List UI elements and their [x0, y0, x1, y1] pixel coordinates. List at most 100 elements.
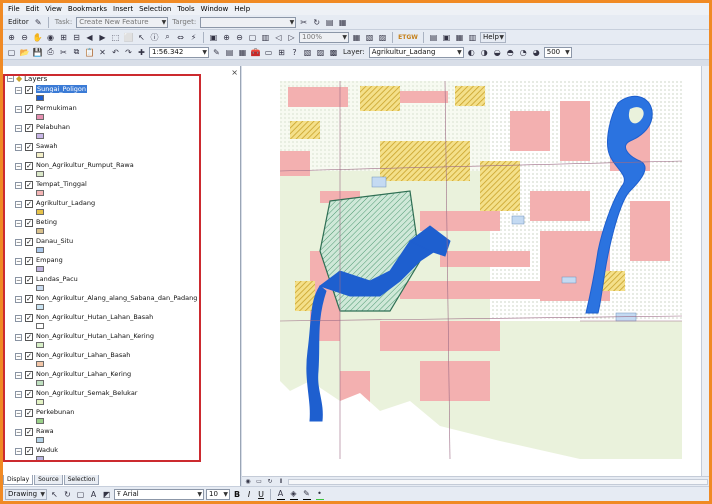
extra-c-icon[interactable]: ▩: [328, 47, 339, 58]
layer-symbol-swatch[interactable]: [36, 361, 44, 367]
layer-item[interactable]: − ✓ Sawah: [15, 142, 225, 161]
collapse-icon[interactable]: −: [15, 87, 22, 94]
visibility-checkbox[interactable]: ✓: [25, 124, 33, 132]
fixed-zoom-in-icon[interactable]: ⊞: [58, 32, 69, 43]
layers-root[interactable]: − ◆ Layers: [7, 74, 47, 83]
scale-dropdown[interactable]: 1:56.342 ▼: [149, 46, 209, 58]
catalog-icon[interactable]: ▦: [237, 47, 248, 58]
focus-frame-icon[interactable]: ▧: [364, 32, 375, 43]
layer-name[interactable]: Danau_Situ: [36, 237, 73, 245]
layout-zoom-dropdown[interactable]: 100% ▼: [299, 31, 349, 43]
layer-name[interactable]: Sawah: [36, 142, 58, 150]
collapse-icon[interactable]: −: [15, 125, 22, 132]
collapse-icon[interactable]: −: [15, 106, 22, 113]
zoom-in-icon[interactable]: ⊕: [6, 32, 17, 43]
collapse-icon[interactable]: −: [15, 258, 22, 265]
task-dropdown[interactable]: Create New Feature ▼: [76, 16, 169, 28]
menu-selection[interactable]: Selection: [136, 5, 174, 13]
layer-symbol-swatch[interactable]: [36, 456, 44, 462]
layer-item[interactable]: − ✓ Agrikultur_Ladang: [15, 199, 225, 218]
collapse-icon[interactable]: −: [15, 334, 22, 341]
layer-item[interactable]: − ✓ Empang: [15, 256, 225, 275]
layout-zoom-icon[interactable]: ⊕: [221, 32, 232, 43]
sketch-properties-icon[interactable]: ▦: [337, 17, 348, 28]
toggle-draft-icon[interactable]: ▦: [351, 32, 362, 43]
callout-icon[interactable]: ◩: [101, 489, 112, 500]
layer-name[interactable]: Empang: [36, 256, 63, 264]
menu-edit[interactable]: Edit: [23, 5, 43, 13]
help-menu[interactable]: Help ▼: [480, 31, 506, 43]
sketch-tool-icon[interactable]: ✎: [33, 17, 44, 28]
layer-item[interactable]: − ✓ Sungai_Poligon: [15, 85, 225, 104]
visibility-checkbox[interactable]: ✓: [25, 257, 33, 265]
map-display[interactable]: [242, 66, 709, 476]
cut-icon[interactable]: ✂: [58, 47, 69, 58]
help-icon[interactable]: ?: [289, 47, 300, 58]
zoom-out-icon[interactable]: ⊖: [19, 32, 30, 43]
layer-symbol-swatch[interactable]: [36, 133, 44, 139]
collapse-icon[interactable]: −: [15, 296, 22, 303]
layer-symbol-swatch[interactable]: [36, 95, 44, 101]
rotate-icon[interactable]: ↻: [62, 489, 73, 500]
attributes-icon[interactable]: ▤: [324, 17, 335, 28]
visibility-checkbox[interactable]: ✓: [25, 238, 33, 246]
delete-icon[interactable]: ✕: [97, 47, 108, 58]
editor-toolbar-icon[interactable]: ✎: [211, 47, 222, 58]
effects-d-icon[interactable]: ◓: [505, 47, 516, 58]
layer-name[interactable]: Non_Agrikultur_Alang_alang_Sabana_dan_Pa…: [36, 294, 197, 302]
map-horizontal-scrollbar[interactable]: [288, 478, 708, 485]
layer-name[interactable]: Non_Agrikultur_Lahan_Basah: [36, 351, 130, 359]
change-layout-icon[interactable]: ▨: [377, 32, 388, 43]
layer-name[interactable]: Beting: [36, 218, 57, 226]
layer-symbol-swatch[interactable]: [36, 399, 44, 405]
collapse-icon[interactable]: −: [15, 239, 22, 246]
layer-item[interactable]: − ✓ Non_Agrikultur_Semak_Belukar: [15, 389, 225, 408]
table-of-contents-icon[interactable]: ▤: [224, 47, 235, 58]
text-tool-icon[interactable]: A: [88, 489, 99, 500]
layer-symbol-swatch[interactable]: [36, 304, 44, 310]
target-dropdown[interactable]: ▼: [200, 16, 297, 28]
collapse-icon[interactable]: −: [15, 277, 22, 284]
tool-b-icon[interactable]: ▣: [441, 32, 452, 43]
layer-symbol-swatch[interactable]: [36, 228, 44, 234]
layer-symbol-swatch[interactable]: [36, 114, 44, 120]
layer-name[interactable]: Non_Agrikultur_Semak_Belukar: [36, 389, 137, 397]
layer-name[interactable]: Rawa: [36, 427, 54, 435]
extra-b-icon[interactable]: ▨: [315, 47, 326, 58]
menu-help[interactable]: Help: [231, 5, 253, 13]
layer-item[interactable]: − ✓ Landas_Pacu: [15, 275, 225, 294]
bold-button[interactable]: B: [232, 490, 242, 499]
menu-tools[interactable]: Tools: [174, 5, 197, 13]
line-color-icon[interactable]: ✎: [301, 489, 312, 500]
layer-symbol-swatch[interactable]: [36, 437, 44, 443]
layout-full-icon[interactable]: ▢: [247, 32, 258, 43]
layer-name[interactable]: Landas_Pacu: [36, 275, 78, 283]
forward-extent-icon[interactable]: ▶: [97, 32, 108, 43]
layout-back-icon[interactable]: ◁: [273, 32, 284, 43]
layer-item[interactable]: − ✓ Beting: [15, 218, 225, 237]
undo-icon[interactable]: ↶: [110, 47, 121, 58]
pause-icon[interactable]: Ⅱ: [277, 478, 285, 486]
etgw-logo-icon[interactable]: ETGW: [397, 32, 419, 43]
collapse-icon[interactable]: −: [7, 75, 14, 82]
collapse-icon[interactable]: −: [15, 410, 22, 417]
map-vertical-scrollbar[interactable]: [701, 66, 709, 476]
visibility-checkbox[interactable]: ✓: [25, 276, 33, 284]
marker-color-icon[interactable]: •: [314, 489, 325, 500]
effects-c-icon[interactable]: ◒: [492, 47, 503, 58]
italic-button[interactable]: I: [244, 490, 254, 499]
new-icon[interactable]: ▢: [6, 47, 17, 58]
full-extent-icon[interactable]: ◉: [45, 32, 56, 43]
arctoolbox-icon[interactable]: 🧰: [250, 47, 261, 58]
visibility-checkbox[interactable]: ✓: [25, 409, 33, 417]
fixed-zoom-out-icon[interactable]: ⊟: [71, 32, 82, 43]
extra-a-icon[interactable]: ▧: [302, 47, 313, 58]
find-icon[interactable]: ⌕: [162, 32, 173, 43]
layer-symbol-swatch[interactable]: [36, 247, 44, 253]
visibility-checkbox[interactable]: ✓: [25, 371, 33, 379]
visibility-checkbox[interactable]: ✓: [25, 200, 33, 208]
layer-item[interactable]: − ✓ Non_Agrikultur_Rumput_Rawa: [15, 161, 225, 180]
layer-symbol-swatch[interactable]: [36, 342, 44, 348]
layer-item[interactable]: − ✓ Perkebunan: [15, 408, 225, 427]
collapse-icon[interactable]: −: [15, 201, 22, 208]
